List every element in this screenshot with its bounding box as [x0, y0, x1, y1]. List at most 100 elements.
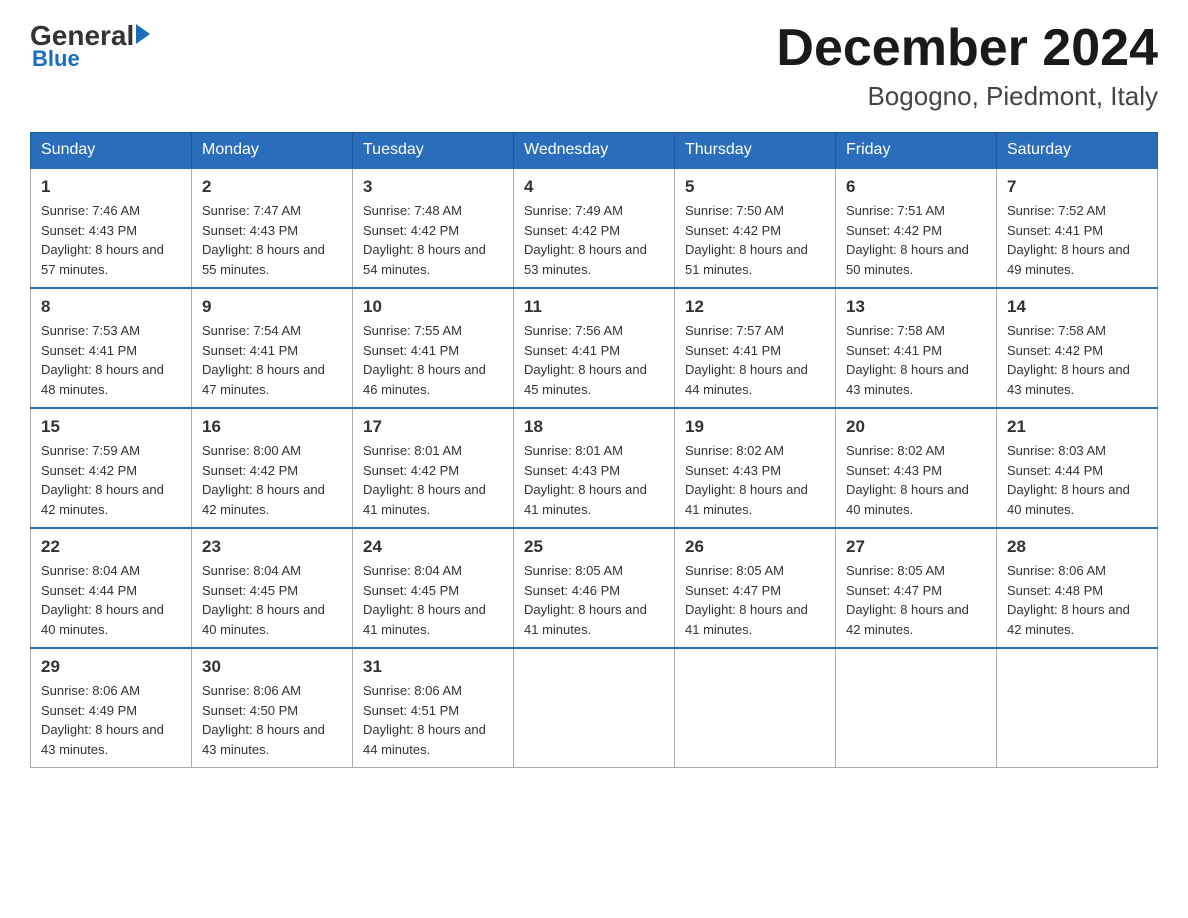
day-number: 21 [1007, 417, 1147, 437]
header-row: Sunday Monday Tuesday Wednesday Thursday… [31, 133, 1158, 169]
daylight-label: Daylight: 8 hours and 44 minutes. [685, 362, 808, 397]
day-number: 19 [685, 417, 825, 437]
header-wednesday: Wednesday [514, 133, 675, 169]
sunrise-label: Sunrise: 7:48 AM [363, 203, 462, 218]
table-row: 29 Sunrise: 8:06 AM Sunset: 4:49 PM Dayl… [31, 648, 192, 768]
day-info: Sunrise: 8:00 AM Sunset: 4:42 PM Dayligh… [202, 441, 342, 519]
daylight-label: Daylight: 8 hours and 41 minutes. [685, 602, 808, 637]
calendar-week-5: 29 Sunrise: 8:06 AM Sunset: 4:49 PM Dayl… [31, 648, 1158, 768]
sunset-label: Sunset: 4:42 PM [524, 223, 620, 238]
sunset-label: Sunset: 4:44 PM [1007, 463, 1103, 478]
day-info: Sunrise: 7:56 AM Sunset: 4:41 PM Dayligh… [524, 321, 664, 399]
sunrise-label: Sunrise: 8:06 AM [363, 683, 462, 698]
day-number: 10 [363, 297, 503, 317]
daylight-label: Daylight: 8 hours and 49 minutes. [1007, 242, 1130, 277]
day-info: Sunrise: 8:01 AM Sunset: 4:43 PM Dayligh… [524, 441, 664, 519]
sunset-label: Sunset: 4:42 PM [363, 223, 459, 238]
sunrise-label: Sunrise: 7:59 AM [41, 443, 140, 458]
table-row: 3 Sunrise: 7:48 AM Sunset: 4:42 PM Dayli… [353, 168, 514, 288]
day-info: Sunrise: 8:06 AM Sunset: 4:51 PM Dayligh… [363, 681, 503, 759]
sunset-label: Sunset: 4:42 PM [846, 223, 942, 238]
sunset-label: Sunset: 4:43 PM [41, 223, 137, 238]
daylight-label: Daylight: 8 hours and 42 minutes. [41, 482, 164, 517]
day-number: 29 [41, 657, 181, 677]
day-number: 15 [41, 417, 181, 437]
daylight-label: Daylight: 8 hours and 48 minutes. [41, 362, 164, 397]
month-title: December 2024 [776, 20, 1158, 77]
sunset-label: Sunset: 4:43 PM [846, 463, 942, 478]
day-info: Sunrise: 7:51 AM Sunset: 4:42 PM Dayligh… [846, 201, 986, 279]
day-number: 23 [202, 537, 342, 557]
calendar-header: Sunday Monday Tuesday Wednesday Thursday… [31, 133, 1158, 169]
sunrise-label: Sunrise: 8:04 AM [363, 563, 462, 578]
daylight-label: Daylight: 8 hours and 43 minutes. [1007, 362, 1130, 397]
calendar-week-3: 15 Sunrise: 7:59 AM Sunset: 4:42 PM Dayl… [31, 408, 1158, 528]
sunrise-label: Sunrise: 8:06 AM [1007, 563, 1106, 578]
day-info: Sunrise: 8:04 AM Sunset: 4:44 PM Dayligh… [41, 561, 181, 639]
sunrise-label: Sunrise: 7:56 AM [524, 323, 623, 338]
day-number: 30 [202, 657, 342, 677]
sunrise-label: Sunrise: 8:00 AM [202, 443, 301, 458]
table-row [675, 648, 836, 768]
header-friday: Friday [836, 133, 997, 169]
day-number: 16 [202, 417, 342, 437]
sunset-label: Sunset: 4:48 PM [1007, 583, 1103, 598]
table-row: 12 Sunrise: 7:57 AM Sunset: 4:41 PM Dayl… [675, 288, 836, 408]
daylight-label: Daylight: 8 hours and 51 minutes. [685, 242, 808, 277]
daylight-label: Daylight: 8 hours and 43 minutes. [846, 362, 969, 397]
sunset-label: Sunset: 4:50 PM [202, 703, 298, 718]
sunrise-label: Sunrise: 7:57 AM [685, 323, 784, 338]
day-info: Sunrise: 8:06 AM Sunset: 4:49 PM Dayligh… [41, 681, 181, 759]
sunset-label: Sunset: 4:42 PM [363, 463, 459, 478]
calendar-body: 1 Sunrise: 7:46 AM Sunset: 4:43 PM Dayli… [31, 168, 1158, 768]
day-info: Sunrise: 7:57 AM Sunset: 4:41 PM Dayligh… [685, 321, 825, 399]
sunrise-label: Sunrise: 7:51 AM [846, 203, 945, 218]
day-number: 11 [524, 297, 664, 317]
day-info: Sunrise: 8:06 AM Sunset: 4:48 PM Dayligh… [1007, 561, 1147, 639]
table-row: 2 Sunrise: 7:47 AM Sunset: 4:43 PM Dayli… [192, 168, 353, 288]
sunset-label: Sunset: 4:51 PM [363, 703, 459, 718]
table-row: 14 Sunrise: 7:58 AM Sunset: 4:42 PM Dayl… [997, 288, 1158, 408]
sunset-label: Sunset: 4:47 PM [685, 583, 781, 598]
sunset-label: Sunset: 4:41 PM [41, 343, 137, 358]
sunrise-label: Sunrise: 7:58 AM [846, 323, 945, 338]
table-row: 13 Sunrise: 7:58 AM Sunset: 4:41 PM Dayl… [836, 288, 997, 408]
daylight-label: Daylight: 8 hours and 46 minutes. [363, 362, 486, 397]
sunrise-label: Sunrise: 7:49 AM [524, 203, 623, 218]
sunset-label: Sunset: 4:41 PM [846, 343, 942, 358]
sunrise-label: Sunrise: 8:05 AM [685, 563, 784, 578]
location-title: Bogogno, Piedmont, Italy [776, 81, 1158, 112]
sunset-label: Sunset: 4:46 PM [524, 583, 620, 598]
daylight-label: Daylight: 8 hours and 47 minutes. [202, 362, 325, 397]
sunset-label: Sunset: 4:42 PM [1007, 343, 1103, 358]
daylight-label: Daylight: 8 hours and 55 minutes. [202, 242, 325, 277]
sunset-label: Sunset: 4:41 PM [202, 343, 298, 358]
day-number: 26 [685, 537, 825, 557]
sunrise-label: Sunrise: 7:55 AM [363, 323, 462, 338]
sunrise-label: Sunrise: 7:53 AM [41, 323, 140, 338]
day-number: 6 [846, 177, 986, 197]
day-number: 20 [846, 417, 986, 437]
day-number: 31 [363, 657, 503, 677]
table-row: 9 Sunrise: 7:54 AM Sunset: 4:41 PM Dayli… [192, 288, 353, 408]
table-row: 4 Sunrise: 7:49 AM Sunset: 4:42 PM Dayli… [514, 168, 675, 288]
table-row: 11 Sunrise: 7:56 AM Sunset: 4:41 PM Dayl… [514, 288, 675, 408]
day-info: Sunrise: 8:02 AM Sunset: 4:43 PM Dayligh… [846, 441, 986, 519]
day-info: Sunrise: 7:58 AM Sunset: 4:41 PM Dayligh… [846, 321, 986, 399]
daylight-label: Daylight: 8 hours and 53 minutes. [524, 242, 647, 277]
header-tuesday: Tuesday [353, 133, 514, 169]
table-row: 24 Sunrise: 8:04 AM Sunset: 4:45 PM Dayl… [353, 528, 514, 648]
table-row [836, 648, 997, 768]
sunset-label: Sunset: 4:43 PM [524, 463, 620, 478]
day-info: Sunrise: 8:05 AM Sunset: 4:47 PM Dayligh… [846, 561, 986, 639]
table-row: 7 Sunrise: 7:52 AM Sunset: 4:41 PM Dayli… [997, 168, 1158, 288]
daylight-label: Daylight: 8 hours and 41 minutes. [685, 482, 808, 517]
sunset-label: Sunset: 4:41 PM [524, 343, 620, 358]
day-info: Sunrise: 7:54 AM Sunset: 4:41 PM Dayligh… [202, 321, 342, 399]
table-row: 25 Sunrise: 8:05 AM Sunset: 4:46 PM Dayl… [514, 528, 675, 648]
table-row: 28 Sunrise: 8:06 AM Sunset: 4:48 PM Dayl… [997, 528, 1158, 648]
daylight-label: Daylight: 8 hours and 50 minutes. [846, 242, 969, 277]
logo: General Blue [30, 20, 150, 72]
daylight-label: Daylight: 8 hours and 42 minutes. [846, 602, 969, 637]
table-row: 8 Sunrise: 7:53 AM Sunset: 4:41 PM Dayli… [31, 288, 192, 408]
